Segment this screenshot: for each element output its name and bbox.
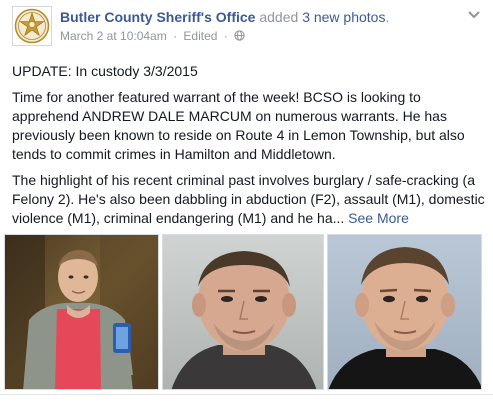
action-text: added [259,9,299,25]
meta-separator: · [173,29,178,43]
chevron-down-icon [468,11,480,19]
facebook-post: Butler County Sheriff's Office added 3 n… [0,0,493,402]
globe-icon[interactable] [234,30,245,41]
mugshot-photo-1 [163,235,323,389]
photo-2[interactable] [162,234,324,390]
photo-3[interactable] [327,234,482,390]
photo-grid [4,234,492,390]
photo-count-link[interactable]: 3 new photos [302,9,385,25]
post-options-button[interactable] [466,6,482,22]
post-meta: March 2 at 10:04am · Edited · [60,29,245,43]
post-paragraph-highlight: The highlight of his recent criminal pas… [12,171,487,228]
see-more-link[interactable]: See More [348,210,409,226]
page-name-link[interactable]: Butler County Sheriff's Office [60,9,255,25]
post-paragraph-highlight-text: The highlight of his recent criminal pas… [12,172,485,226]
selfie-photo [5,235,158,389]
edited-label[interactable]: Edited [183,29,217,43]
mugshot-photo-2 [328,235,481,389]
meta-separator-2: · [223,29,228,43]
post-timestamp[interactable]: March 2 at 10:04am [60,29,167,43]
post-footer-divider [0,394,493,402]
post-header: Butler County Sheriff's Office added 3 n… [12,6,482,48]
action-suffix: . [385,9,390,25]
photo-1[interactable] [4,234,159,390]
post-paragraph-warrant: Time for another featured warrant of the… [12,89,465,162]
post-paragraph-update: UPDATE: In custody 3/3/2015 [12,63,198,79]
post-body: UPDATE: In custody 3/3/2015 Time for ano… [12,62,487,235]
sheriff-star-badge-icon [14,8,50,44]
header-title-line: Butler County Sheriff's Office added 3 n… [60,9,389,25]
page-avatar[interactable] [12,6,52,46]
